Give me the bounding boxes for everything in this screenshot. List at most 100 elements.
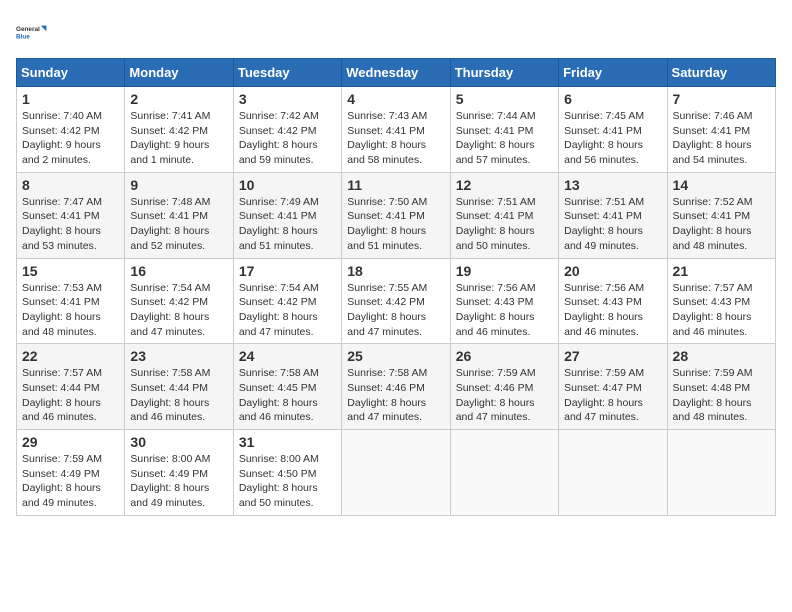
calendar-cell: 25 Sunrise: 7:58 AMSunset: 4:46 PMDaylig… bbox=[342, 344, 450, 430]
calendar-cell bbox=[559, 430, 667, 516]
calendar-cell: 20 Sunrise: 7:56 AMSunset: 4:43 PMDaylig… bbox=[559, 258, 667, 344]
day-number: 5 bbox=[456, 91, 553, 107]
calendar-week-2: 8 Sunrise: 7:47 AMSunset: 4:41 PMDayligh… bbox=[17, 172, 776, 258]
calendar-week-5: 29 Sunrise: 7:59 AMSunset: 4:49 PMDaylig… bbox=[17, 430, 776, 516]
header-thursday: Thursday bbox=[450, 59, 558, 87]
calendar-cell: 30 Sunrise: 8:00 AMSunset: 4:49 PMDaylig… bbox=[125, 430, 233, 516]
calendar-cell bbox=[450, 430, 558, 516]
day-number: 7 bbox=[673, 91, 770, 107]
calendar-cell bbox=[342, 430, 450, 516]
day-info: Sunrise: 7:50 AMSunset: 4:41 PMDaylight:… bbox=[347, 195, 444, 254]
logo-icon: GeneralBlue bbox=[16, 16, 48, 48]
calendar-cell: 31 Sunrise: 8:00 AMSunset: 4:50 PMDaylig… bbox=[233, 430, 341, 516]
day-info: Sunrise: 7:44 AMSunset: 4:41 PMDaylight:… bbox=[456, 109, 553, 168]
calendar-cell: 9 Sunrise: 7:48 AMSunset: 4:41 PMDayligh… bbox=[125, 172, 233, 258]
day-number: 25 bbox=[347, 348, 444, 364]
svg-text:General: General bbox=[16, 26, 40, 33]
day-info: Sunrise: 7:59 AMSunset: 4:46 PMDaylight:… bbox=[456, 366, 553, 425]
day-info: Sunrise: 7:56 AMSunset: 4:43 PMDaylight:… bbox=[564, 281, 661, 340]
day-info: Sunrise: 7:55 AMSunset: 4:42 PMDaylight:… bbox=[347, 281, 444, 340]
day-info: Sunrise: 7:49 AMSunset: 4:41 PMDaylight:… bbox=[239, 195, 336, 254]
header-wednesday: Wednesday bbox=[342, 59, 450, 87]
calendar-cell: 17 Sunrise: 7:54 AMSunset: 4:42 PMDaylig… bbox=[233, 258, 341, 344]
day-number: 3 bbox=[239, 91, 336, 107]
day-number: 4 bbox=[347, 91, 444, 107]
calendar-cell: 8 Sunrise: 7:47 AMSunset: 4:41 PMDayligh… bbox=[17, 172, 125, 258]
svg-text:Blue: Blue bbox=[16, 33, 30, 40]
calendar-cell: 26 Sunrise: 7:59 AMSunset: 4:46 PMDaylig… bbox=[450, 344, 558, 430]
calendar-cell: 19 Sunrise: 7:56 AMSunset: 4:43 PMDaylig… bbox=[450, 258, 558, 344]
calendar-cell: 29 Sunrise: 7:59 AMSunset: 4:49 PMDaylig… bbox=[17, 430, 125, 516]
day-number: 10 bbox=[239, 177, 336, 193]
day-info: Sunrise: 7:59 AMSunset: 4:47 PMDaylight:… bbox=[564, 366, 661, 425]
calendar-cell: 22 Sunrise: 7:57 AMSunset: 4:44 PMDaylig… bbox=[17, 344, 125, 430]
day-number: 16 bbox=[130, 263, 227, 279]
calendar-cell: 6 Sunrise: 7:45 AMSunset: 4:41 PMDayligh… bbox=[559, 87, 667, 173]
day-info: Sunrise: 7:48 AMSunset: 4:41 PMDaylight:… bbox=[130, 195, 227, 254]
calendar-cell: 11 Sunrise: 7:50 AMSunset: 4:41 PMDaylig… bbox=[342, 172, 450, 258]
calendar-cell: 24 Sunrise: 7:58 AMSunset: 4:45 PMDaylig… bbox=[233, 344, 341, 430]
day-info: Sunrise: 7:42 AMSunset: 4:42 PMDaylight:… bbox=[239, 109, 336, 168]
day-number: 29 bbox=[22, 434, 119, 450]
calendar-cell: 12 Sunrise: 7:51 AMSunset: 4:41 PMDaylig… bbox=[450, 172, 558, 258]
calendar-cell: 5 Sunrise: 7:44 AMSunset: 4:41 PMDayligh… bbox=[450, 87, 558, 173]
header-sunday: Sunday bbox=[17, 59, 125, 87]
header-monday: Monday bbox=[125, 59, 233, 87]
header-saturday: Saturday bbox=[667, 59, 775, 87]
calendar-cell: 13 Sunrise: 7:51 AMSunset: 4:41 PMDaylig… bbox=[559, 172, 667, 258]
day-number: 31 bbox=[239, 434, 336, 450]
day-info: Sunrise: 7:47 AMSunset: 4:41 PMDaylight:… bbox=[22, 195, 119, 254]
day-number: 14 bbox=[673, 177, 770, 193]
day-info: Sunrise: 7:54 AMSunset: 4:42 PMDaylight:… bbox=[239, 281, 336, 340]
calendar-week-1: 1 Sunrise: 7:40 AMSunset: 4:42 PMDayligh… bbox=[17, 87, 776, 173]
day-number: 9 bbox=[130, 177, 227, 193]
day-info: Sunrise: 8:00 AMSunset: 4:50 PMDaylight:… bbox=[239, 452, 336, 511]
day-info: Sunrise: 7:52 AMSunset: 4:41 PMDaylight:… bbox=[673, 195, 770, 254]
header-tuesday: Tuesday bbox=[233, 59, 341, 87]
day-number: 6 bbox=[564, 91, 661, 107]
day-number: 24 bbox=[239, 348, 336, 364]
day-info: Sunrise: 7:59 AMSunset: 4:49 PMDaylight:… bbox=[22, 452, 119, 511]
calendar-cell: 10 Sunrise: 7:49 AMSunset: 4:41 PMDaylig… bbox=[233, 172, 341, 258]
day-info: Sunrise: 7:41 AMSunset: 4:42 PMDaylight:… bbox=[130, 109, 227, 168]
calendar-cell: 23 Sunrise: 7:58 AMSunset: 4:44 PMDaylig… bbox=[125, 344, 233, 430]
day-info: Sunrise: 7:58 AMSunset: 4:46 PMDaylight:… bbox=[347, 366, 444, 425]
day-number: 23 bbox=[130, 348, 227, 364]
day-info: Sunrise: 8:00 AMSunset: 4:49 PMDaylight:… bbox=[130, 452, 227, 511]
day-info: Sunrise: 7:58 AMSunset: 4:45 PMDaylight:… bbox=[239, 366, 336, 425]
calendar-week-3: 15 Sunrise: 7:53 AMSunset: 4:41 PMDaylig… bbox=[17, 258, 776, 344]
day-number: 26 bbox=[456, 348, 553, 364]
calendar-week-4: 22 Sunrise: 7:57 AMSunset: 4:44 PMDaylig… bbox=[17, 344, 776, 430]
calendar-cell: 14 Sunrise: 7:52 AMSunset: 4:41 PMDaylig… bbox=[667, 172, 775, 258]
day-number: 15 bbox=[22, 263, 119, 279]
day-info: Sunrise: 7:51 AMSunset: 4:41 PMDaylight:… bbox=[564, 195, 661, 254]
day-info: Sunrise: 7:59 AMSunset: 4:48 PMDaylight:… bbox=[673, 366, 770, 425]
day-number: 27 bbox=[564, 348, 661, 364]
page-header: GeneralBlue bbox=[16, 16, 776, 48]
day-number: 20 bbox=[564, 263, 661, 279]
day-info: Sunrise: 7:46 AMSunset: 4:41 PMDaylight:… bbox=[673, 109, 770, 168]
calendar-cell: 27 Sunrise: 7:59 AMSunset: 4:47 PMDaylig… bbox=[559, 344, 667, 430]
calendar-cell: 7 Sunrise: 7:46 AMSunset: 4:41 PMDayligh… bbox=[667, 87, 775, 173]
day-info: Sunrise: 7:54 AMSunset: 4:42 PMDaylight:… bbox=[130, 281, 227, 340]
day-number: 1 bbox=[22, 91, 119, 107]
day-info: Sunrise: 7:51 AMSunset: 4:41 PMDaylight:… bbox=[456, 195, 553, 254]
day-info: Sunrise: 7:57 AMSunset: 4:44 PMDaylight:… bbox=[22, 366, 119, 425]
day-number: 8 bbox=[22, 177, 119, 193]
day-number: 22 bbox=[22, 348, 119, 364]
day-number: 12 bbox=[456, 177, 553, 193]
day-number: 30 bbox=[130, 434, 227, 450]
day-info: Sunrise: 7:58 AMSunset: 4:44 PMDaylight:… bbox=[130, 366, 227, 425]
day-info: Sunrise: 7:53 AMSunset: 4:41 PMDaylight:… bbox=[22, 281, 119, 340]
calendar-cell: 18 Sunrise: 7:55 AMSunset: 4:42 PMDaylig… bbox=[342, 258, 450, 344]
calendar-cell: 3 Sunrise: 7:42 AMSunset: 4:42 PMDayligh… bbox=[233, 87, 341, 173]
calendar-cell: 21 Sunrise: 7:57 AMSunset: 4:43 PMDaylig… bbox=[667, 258, 775, 344]
day-info: Sunrise: 7:57 AMSunset: 4:43 PMDaylight:… bbox=[673, 281, 770, 340]
day-number: 13 bbox=[564, 177, 661, 193]
header-friday: Friday bbox=[559, 59, 667, 87]
day-number: 11 bbox=[347, 177, 444, 193]
day-number: 2 bbox=[130, 91, 227, 107]
calendar-cell: 28 Sunrise: 7:59 AMSunset: 4:48 PMDaylig… bbox=[667, 344, 775, 430]
calendar-cell: 16 Sunrise: 7:54 AMSunset: 4:42 PMDaylig… bbox=[125, 258, 233, 344]
day-number: 28 bbox=[673, 348, 770, 364]
